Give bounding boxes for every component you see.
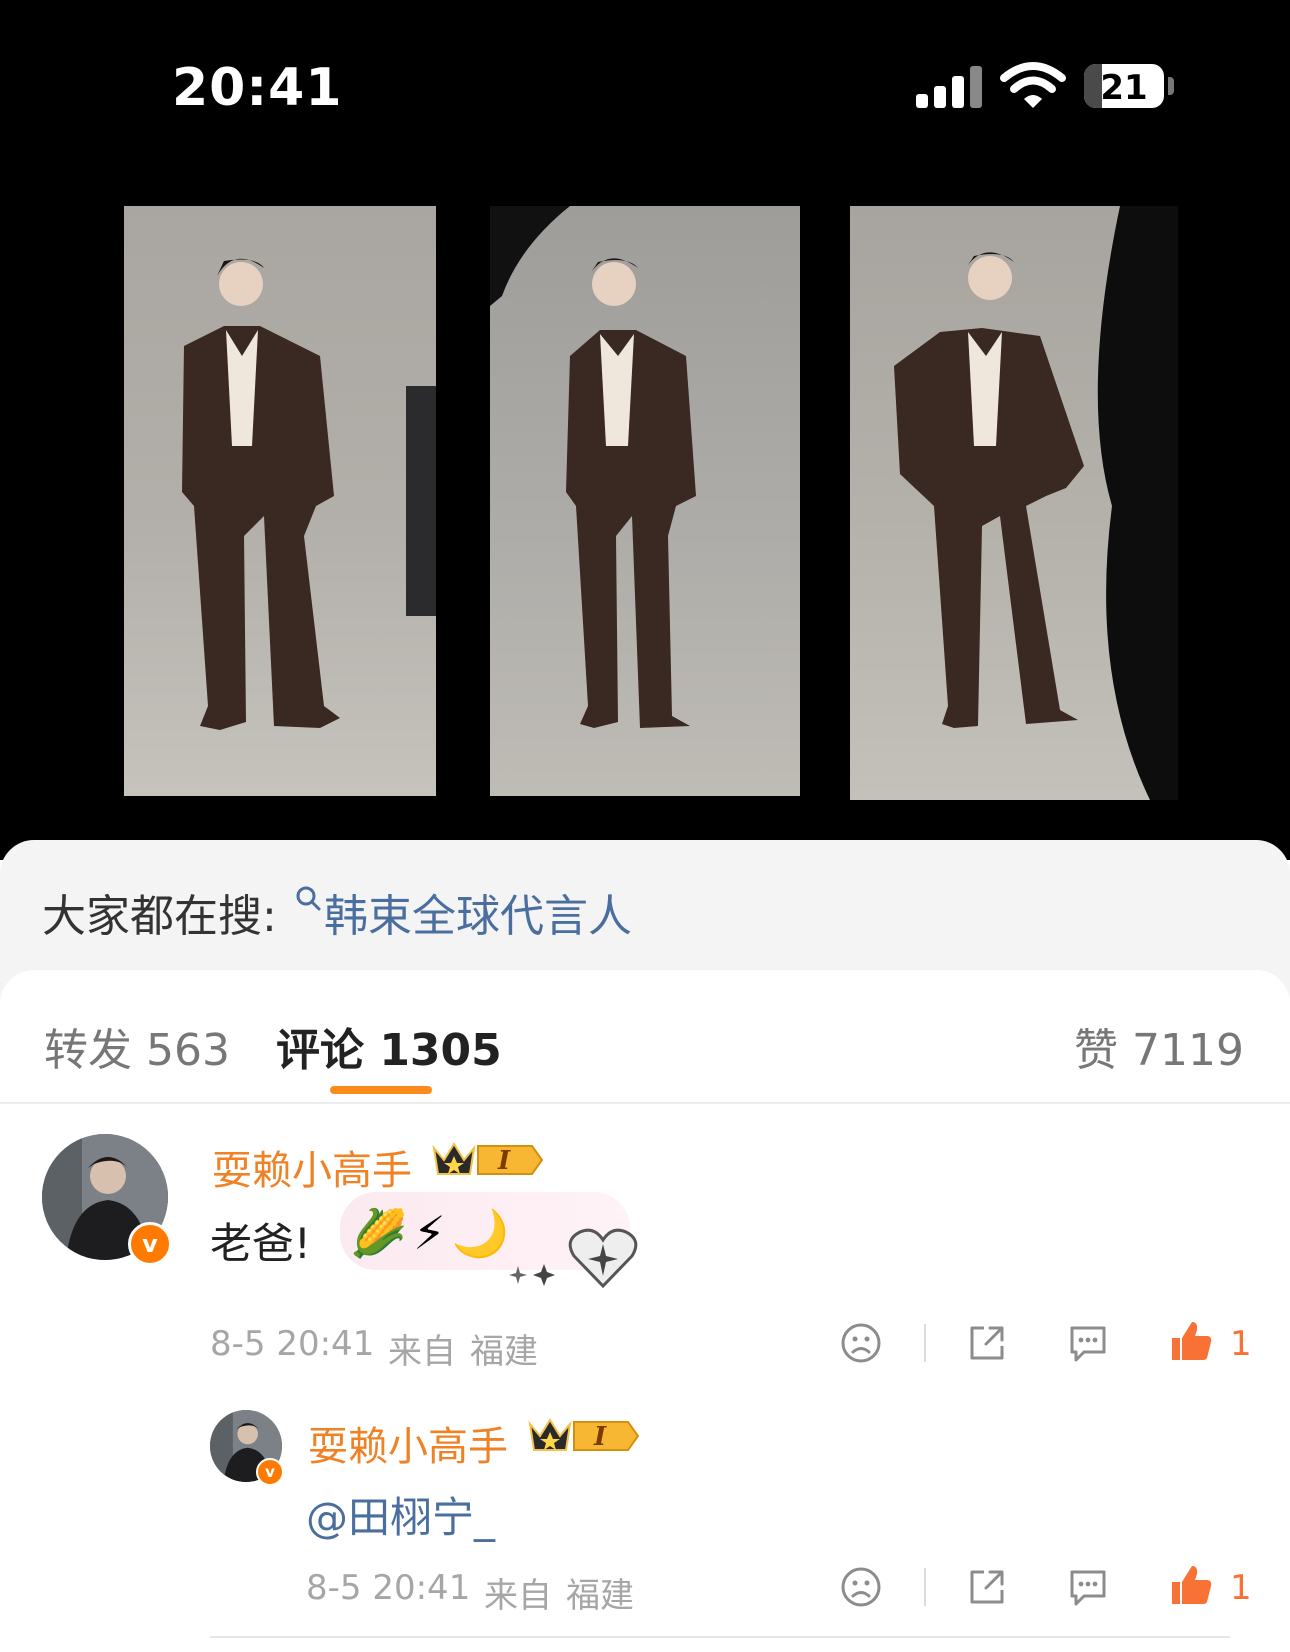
tab-reposts[interactable]: 转发 563 — [44, 1014, 230, 1078]
status-time: 20:41 — [172, 58, 343, 118]
thumbs-up-icon[interactable] — [1168, 1562, 1214, 1608]
verified-badge-icon: v — [256, 1458, 284, 1486]
active-tab-indicator — [330, 1086, 432, 1094]
comment-timestamp: 8-5 20:41 — [306, 1568, 471, 1608]
comment-from-label: 来自 — [388, 1332, 456, 1372]
share-icon[interactable] — [966, 1322, 1008, 1364]
like-count: 1 — [1230, 1568, 1252, 1608]
divider — [924, 1568, 926, 1606]
comment-mention-text[interactable]: @田栩宁_ — [306, 1484, 495, 1545]
interaction-tabs: 转发 563 评论 1305 赞 7119 — [0, 970, 1290, 1104]
comment-emojis: 🌽⚡🌙 — [350, 1206, 515, 1260]
divider — [924, 1324, 926, 1362]
member-level: I — [594, 1422, 607, 1452]
photo-2[interactable] — [490, 206, 800, 796]
comment-text: 老爸! — [210, 1219, 311, 1268]
battery-level: 21 — [1100, 68, 1148, 108]
verified-badge-icon: v — [128, 1222, 172, 1266]
trending-search-label: 大家都在搜: — [42, 891, 277, 942]
photo-viewer: 20:41 21 — [0, 0, 1290, 860]
wifi-icon — [1000, 62, 1066, 108]
dislike-face-icon[interactable] — [840, 1322, 882, 1364]
reply-comment-icon[interactable] — [1066, 1322, 1110, 1364]
divider — [210, 1636, 1230, 1638]
comment-from-label: 来自 — [484, 1576, 552, 1616]
reply-comment-icon[interactable] — [1066, 1566, 1110, 1608]
comment-username[interactable]: 耍赖小高手 — [308, 1414, 508, 1472]
photo-1[interactable] — [124, 206, 436, 796]
share-icon[interactable] — [966, 1566, 1008, 1608]
search-icon — [296, 886, 321, 911]
comment-location: 福建 — [566, 1576, 634, 1616]
membership-crown-badge-icon — [432, 1142, 544, 1175]
heart-sticker-icon — [568, 1228, 638, 1288]
trending-search-term[interactable]: 韩束全球代言人 — [324, 880, 632, 944]
dislike-face-icon[interactable] — [840, 1566, 882, 1608]
comment-username[interactable]: 耍赖小高手 — [212, 1138, 412, 1196]
comment-timestamp: 8-5 20:41 — [210, 1324, 375, 1364]
cellular-signal-icon — [916, 64, 982, 108]
battery-icon: 21 — [1084, 64, 1164, 108]
comment-location: 福建 — [470, 1332, 538, 1372]
member-level: I — [498, 1146, 511, 1176]
membership-crown-badge-icon — [528, 1418, 640, 1451]
sparkle-icon — [509, 1264, 555, 1286]
photo-3[interactable] — [850, 206, 1178, 800]
like-count: 1 — [1230, 1324, 1252, 1364]
tab-likes[interactable]: 赞 7119 — [1074, 1014, 1244, 1078]
tab-comments[interactable]: 评论 1305 — [276, 1014, 502, 1078]
thumbs-up-icon[interactable] — [1168, 1318, 1214, 1364]
